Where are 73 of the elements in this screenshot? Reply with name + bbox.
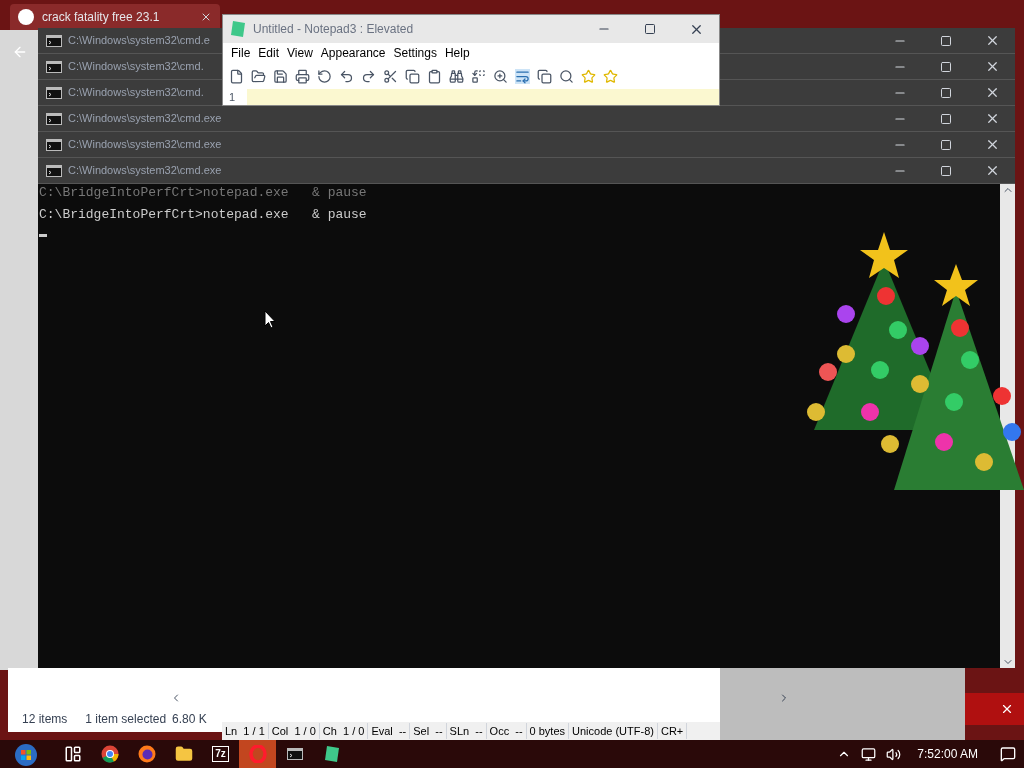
notepad-icon[interactable]	[324, 746, 339, 762]
console-window-title: C:\Windows\system32\cmd.exe	[68, 111, 222, 127]
task-view-icon[interactable]	[63, 745, 82, 763]
new-file-icon[interactable]	[229, 68, 244, 84]
start-button[interactable]	[12, 741, 40, 767]
console-icon	[46, 34, 62, 47]
console-icon	[286, 748, 303, 760]
notification-icon[interactable]	[1000, 746, 1016, 762]
menu-item[interactable]: Settings	[389, 44, 441, 62]
word-wrap-icon[interactable]	[515, 68, 530, 84]
menu-item[interactable]: Help	[440, 44, 474, 62]
maximize-icon[interactable]	[644, 23, 656, 35]
save-icon[interactable]	[273, 68, 288, 84]
console-icon	[46, 138, 62, 151]
console-icon	[46, 60, 62, 73]
redo-icon[interactable]	[361, 68, 376, 84]
star-icon[interactable]	[581, 68, 596, 84]
taskbar-app[interactable]: 7z	[202, 740, 239, 768]
clock[interactable]: 7:52:00 AM	[917, 745, 978, 763]
tab-title: crack fatality free 23.1	[42, 9, 160, 26]
folder-icon[interactable]	[174, 745, 193, 763]
open-folder-icon[interactable]	[251, 68, 266, 84]
zoom-icon[interactable]	[493, 68, 508, 84]
menu-item[interactable]: Edit	[254, 44, 284, 62]
status-field: Ln 1 / 1	[222, 722, 269, 740]
console-icon	[46, 86, 62, 99]
browser-tab[interactable]: crack fatality free 23.1	[10, 4, 220, 30]
archive-app-button[interactable]: 7z	[212, 746, 229, 762]
console-window-title: C:\Windows\system32\cmd.exe	[68, 137, 222, 153]
network-icon[interactable]	[861, 746, 877, 762]
status-field: SLn --	[446, 722, 487, 740]
item-count: 12 items	[22, 711, 68, 728]
status-field: Sel --	[410, 722, 447, 740]
console-icon	[46, 164, 62, 177]
notepad-icon	[231, 21, 245, 37]
paste-icon[interactable]	[427, 68, 442, 84]
copy-icon[interactable]	[405, 68, 420, 84]
status-field: Unicode (UTF-8)	[569, 722, 658, 740]
close-icon[interactable]	[200, 11, 212, 23]
menu-item[interactable]: View	[283, 44, 317, 62]
console-window-title: C:\Windows\system32\cmd.e	[68, 33, 210, 49]
cut-icon[interactable]	[383, 68, 398, 84]
replace-icon[interactable]	[471, 68, 486, 84]
mouse-pointer-icon	[264, 310, 276, 330]
status-field: CR+	[657, 722, 688, 740]
undo-icon[interactable]	[339, 68, 354, 84]
status-field: Ch 1 / 0	[319, 722, 369, 740]
console-line: C:\BridgeIntoPerfCrt>notepad.exe & pause	[39, 206, 367, 224]
file-size: 6.80 K	[172, 711, 207, 728]
console-window-title: C:\Windows\system32\cmd.exe	[68, 163, 222, 179]
menu-item[interactable]: File	[227, 44, 255, 62]
window-title: Untitled - Notepad3 : Elevated	[253, 21, 414, 38]
close-icon[interactable]	[1000, 702, 1014, 716]
firefox-icon[interactable]	[137, 745, 156, 763]
console-line: C:\BridgeIntoPerfCrt>notepad.exe & pause	[39, 184, 367, 202]
status-field: Eval --	[368, 722, 411, 740]
star-icon[interactable]	[603, 68, 618, 84]
status-field: Occ --	[486, 722, 527, 740]
volume-icon[interactable]	[886, 746, 902, 762]
console-icon	[46, 112, 62, 125]
chrome-icon[interactable]	[100, 745, 119, 763]
printer-icon[interactable]	[295, 68, 310, 84]
console-window-title: C:\Windows\system32\cmd.	[68, 85, 204, 101]
selection-info: 1 item selected	[85, 711, 167, 728]
pages-icon[interactable]	[537, 68, 552, 84]
console-window-title: C:\Windows\system32\cmd.	[68, 59, 204, 75]
search-icon[interactable]	[559, 68, 574, 84]
status-field: Col 1 / 0	[268, 722, 320, 740]
status-field: 0 bytes	[526, 722, 570, 740]
text-cursor	[39, 234, 47, 237]
binoculars-icon[interactable]	[449, 68, 464, 84]
menu-item[interactable]: Appearance	[316, 44, 390, 62]
revert-icon[interactable]	[317, 68, 332, 84]
